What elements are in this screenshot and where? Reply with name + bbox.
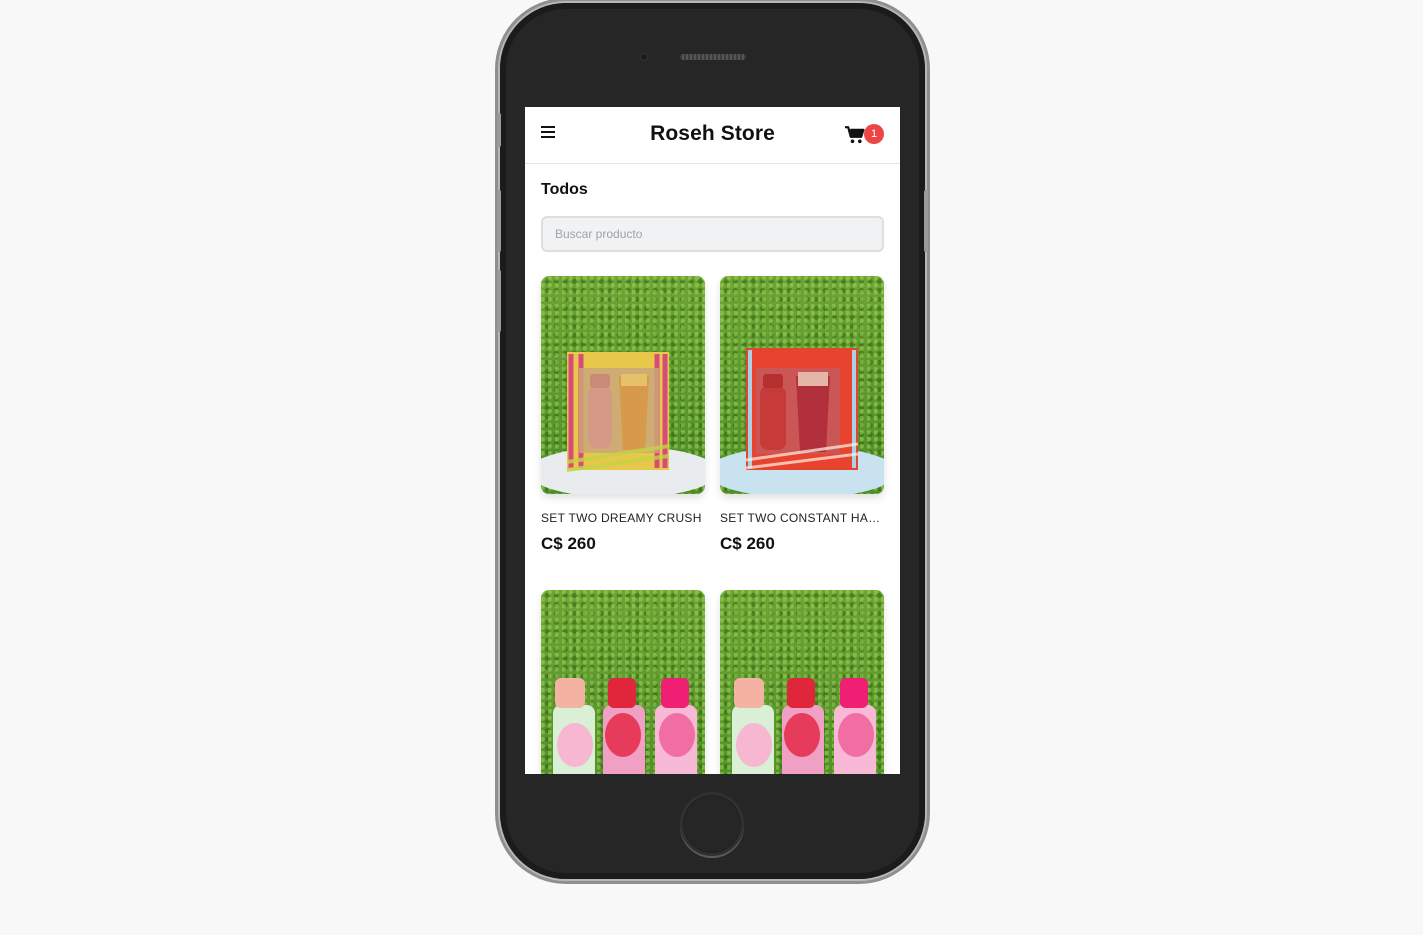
front-camera bbox=[640, 53, 648, 61]
gift-set-red-image bbox=[720, 348, 884, 494]
power-button bbox=[924, 190, 928, 252]
product-card[interactable] bbox=[541, 590, 705, 774]
gift-set-yellow-image bbox=[541, 352, 705, 494]
app-screen: Roseh Store 1 Todos Buscar producto SET … bbox=[525, 107, 900, 774]
earpiece-speaker bbox=[680, 54, 746, 60]
home-button[interactable] bbox=[680, 792, 744, 856]
product-card[interactable]: SET TWO CONSTANT HAPPINESS C$ 260 bbox=[720, 276, 884, 590]
volume-up-button bbox=[497, 190, 501, 252]
product-price: C$ 260 bbox=[720, 534, 775, 553]
mist-trio-image bbox=[732, 678, 876, 774]
shopping-cart-icon bbox=[845, 126, 865, 144]
cart-button[interactable]: 1 bbox=[845, 124, 885, 148]
product-image[interactable] bbox=[720, 276, 884, 494]
product-grid: SET TWO DREAMY CRUSH C$ 260 SET TWO CONS… bbox=[541, 276, 884, 774]
volume-down-button bbox=[497, 270, 501, 332]
section-title: Todos bbox=[541, 181, 588, 198]
top-navbar: Roseh Store 1 bbox=[525, 107, 900, 164]
product-name: SET TWO DREAMY CRUSH bbox=[541, 511, 702, 525]
product-image[interactable] bbox=[541, 276, 705, 494]
cart-count-badge: 1 bbox=[864, 124, 884, 144]
mist-trio-image bbox=[553, 678, 697, 774]
search-input[interactable] bbox=[541, 216, 884, 252]
product-image[interactable] bbox=[541, 590, 705, 774]
product-name: SET TWO CONSTANT HAPPINESS bbox=[720, 511, 884, 525]
product-price: C$ 260 bbox=[541, 534, 596, 553]
product-card[interactable]: SET TWO DREAMY CRUSH C$ 260 bbox=[541, 276, 705, 590]
product-card[interactable] bbox=[720, 590, 884, 774]
main-content: Todos Buscar producto SET TWO DREAMY CRU… bbox=[525, 181, 900, 774]
mute-switch bbox=[497, 113, 501, 147]
store-title: Roseh Store bbox=[650, 122, 775, 145]
product-image[interactable] bbox=[720, 590, 884, 774]
